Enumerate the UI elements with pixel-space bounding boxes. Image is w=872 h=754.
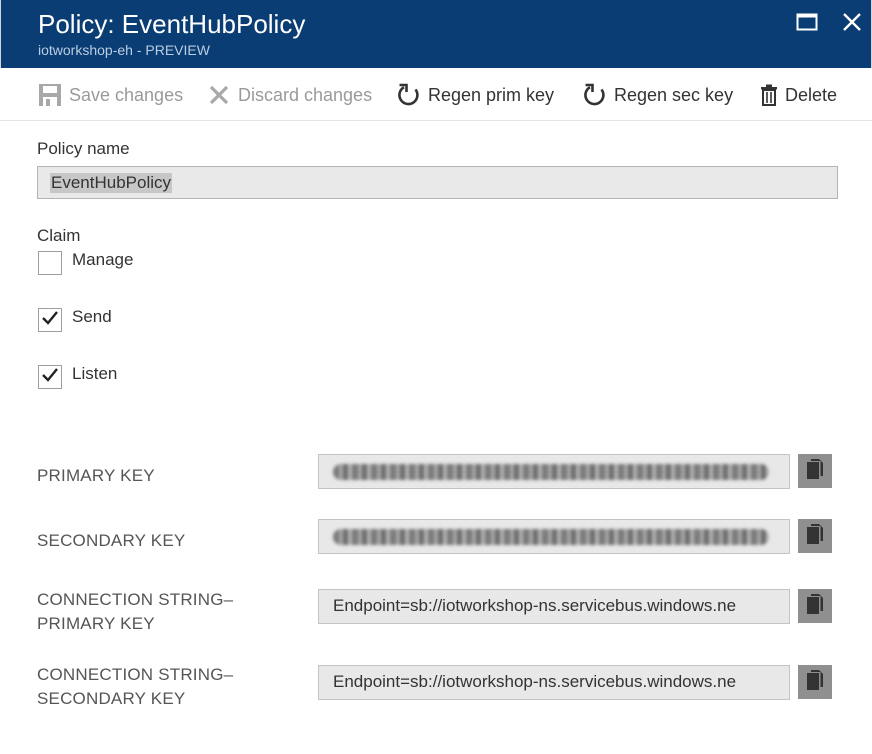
refresh-icon	[582, 82, 608, 108]
trash-icon	[759, 82, 779, 108]
blade-header: Policy: EventHubPolicy iotworkshop-eh - …	[0, 0, 872, 68]
conn-string-primary-field[interactable]: Endpoint=sb://iotworkshop-ns.servicebus.…	[318, 589, 790, 624]
send-checkbox[interactable]	[38, 308, 62, 332]
secondary-key-field[interactable]	[318, 519, 790, 554]
discard-button[interactable]: Discard changes	[206, 70, 372, 120]
regen-sec-key-label: Regen sec key	[614, 84, 734, 105]
redacted-key	[333, 529, 769, 545]
copy-primary-key-button[interactable]	[798, 454, 832, 488]
discard-icon	[206, 82, 232, 108]
conn-secondary-label-line1: CONNECTION STRING–	[37, 665, 234, 684]
copy-secondary-key-button[interactable]	[798, 519, 832, 553]
listen-label: Listen	[72, 364, 118, 383]
save-label: Save changes	[69, 84, 184, 105]
blade-title: Policy: EventHubPolicy	[38, 9, 306, 39]
policy-name-label: Policy name	[37, 139, 130, 158]
checkmark-icon	[41, 367, 59, 388]
maximize-button[interactable]	[791, 10, 823, 38]
discard-label: Discard changes	[238, 84, 373, 105]
regen-prim-key-label: Regen prim key	[428, 84, 555, 105]
maximize-icon	[796, 13, 818, 36]
manage-label: Manage	[72, 250, 134, 269]
conn-string-secondary-field[interactable]: Endpoint=sb://iotworkshop-ns.servicebus.…	[318, 665, 790, 700]
close-icon	[842, 12, 862, 37]
redacted-key	[333, 464, 769, 480]
delete-button[interactable]: Delete	[759, 70, 837, 120]
delete-label: Delete	[785, 84, 838, 105]
regen-prim-key-button[interactable]: Regen prim key	[396, 70, 554, 120]
listen-checkbox[interactable]	[38, 365, 62, 389]
copy-conn-secondary-button[interactable]	[798, 665, 832, 699]
conn-secondary-label-line2: SECONDARY KEY	[37, 689, 186, 708]
copy-icon	[806, 669, 824, 696]
copy-icon	[806, 458, 824, 485]
send-label: Send	[72, 307, 112, 326]
save-icon	[37, 82, 63, 108]
copy-conn-primary-button[interactable]	[798, 589, 832, 623]
primary-key-field[interactable]	[318, 454, 790, 489]
checkmark-icon	[41, 310, 59, 331]
close-button[interactable]	[836, 10, 868, 38]
refresh-icon	[396, 82, 422, 108]
conn-string-primary-value: Endpoint=sb://iotworkshop-ns.servicebus.…	[333, 596, 737, 615]
regen-sec-key-button[interactable]: Regen sec key	[582, 70, 733, 120]
copy-icon	[806, 593, 824, 620]
save-button[interactable]: Save changes	[37, 70, 183, 120]
secondary-key-label: SECONDARY KEY	[37, 531, 186, 550]
command-bar: Save changes Discard changes Regen prim …	[0, 70, 872, 121]
policy-name-value: EventHubPolicy	[50, 173, 173, 193]
copy-icon	[806, 523, 824, 550]
primary-key-label: PRIMARY KEY	[37, 466, 155, 485]
conn-primary-label-line2: PRIMARY KEY	[37, 614, 155, 633]
claim-label: Claim	[37, 226, 81, 245]
blade-subtitle: iotworkshop-eh - PREVIEW	[38, 42, 210, 58]
policy-name-input[interactable]: EventHubPolicy	[37, 166, 838, 199]
conn-primary-label-line1: CONNECTION STRING–	[37, 590, 234, 609]
manage-checkbox[interactable]	[38, 251, 62, 275]
conn-string-secondary-value: Endpoint=sb://iotworkshop-ns.servicebus.…	[333, 672, 737, 691]
